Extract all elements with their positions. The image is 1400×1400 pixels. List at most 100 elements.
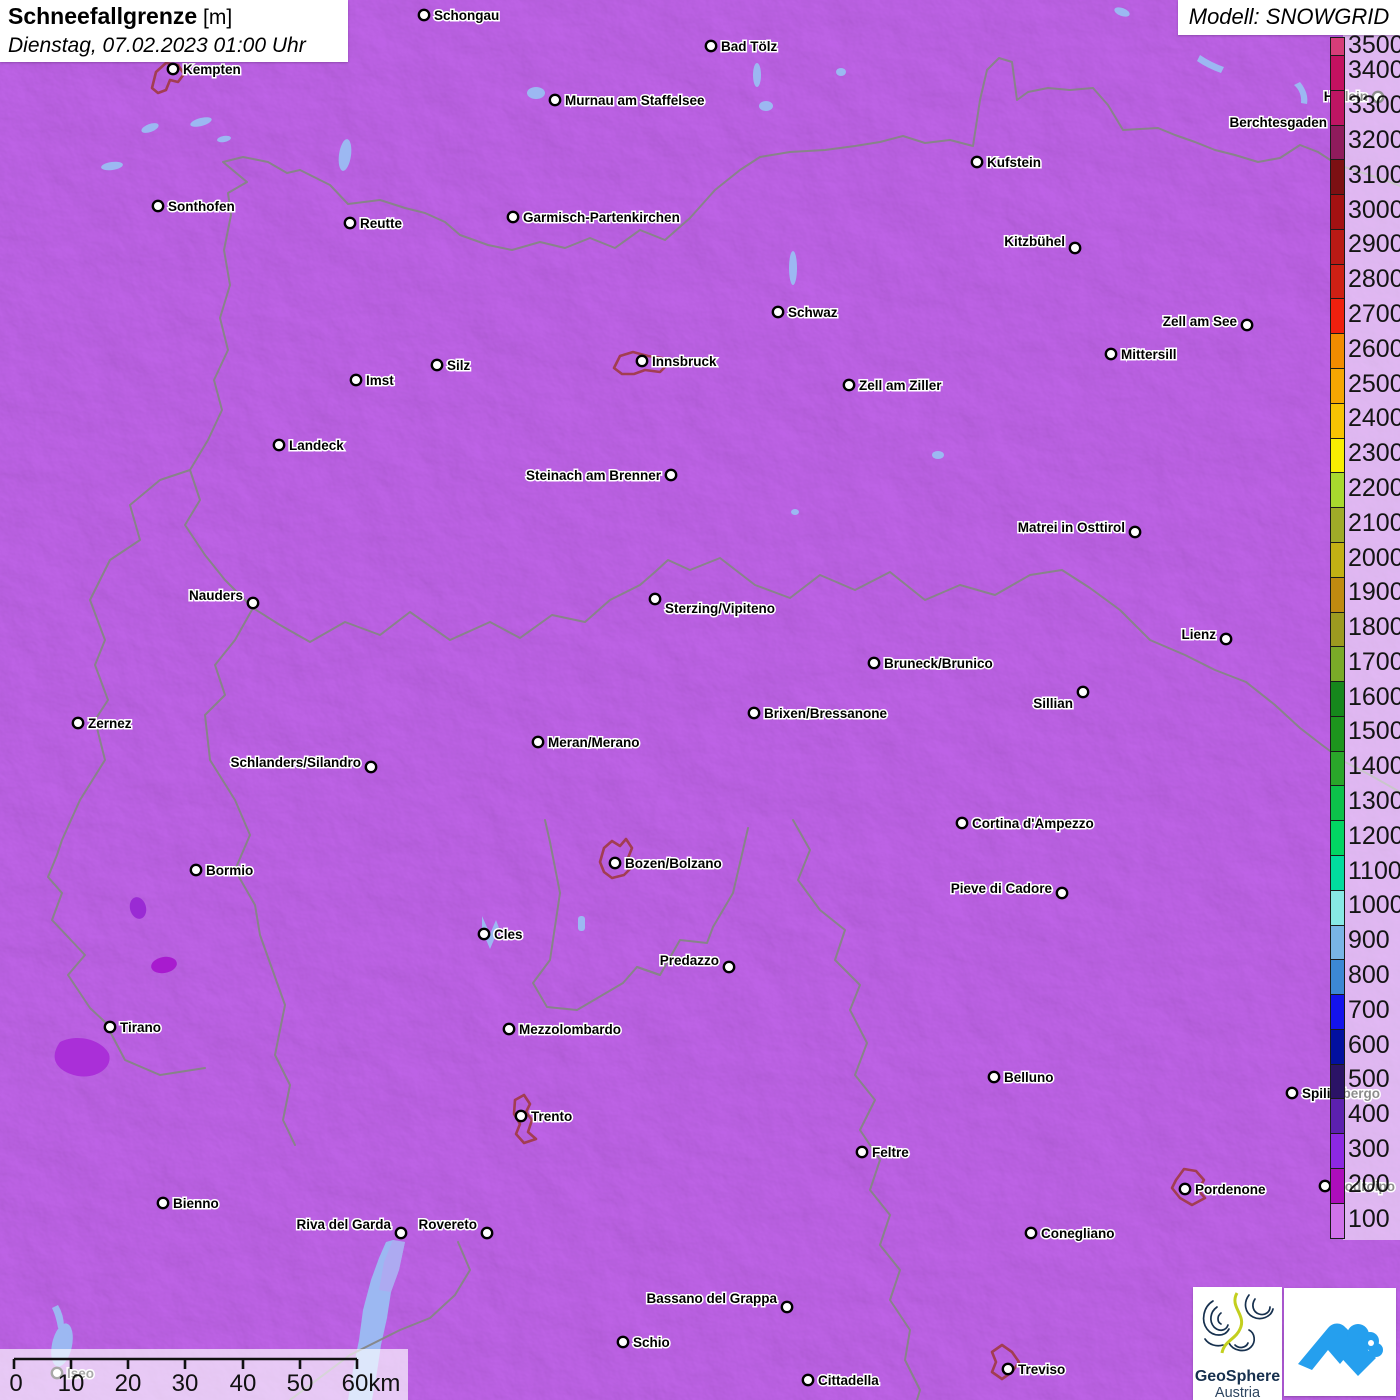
colorbar-segment — [1331, 368, 1344, 403]
city-marker-dot — [972, 157, 982, 167]
city-marker-dot — [773, 307, 783, 317]
city-marker-dot — [396, 1228, 406, 1238]
city-marker-dot — [345, 218, 355, 228]
city-marker-dot — [706, 41, 716, 51]
colorbar-tick-label: 2500 — [1348, 372, 1400, 397]
colorbar-tick-label: 500 — [1348, 1067, 1390, 1092]
colorbar-tick-label: 2600 — [1348, 337, 1400, 362]
geosphere-name: GeoSphere — [1193, 1368, 1282, 1385]
colorbar-segment — [1331, 159, 1344, 194]
city-marker-dot — [637, 356, 647, 366]
city-label: Cles — [494, 927, 523, 942]
colorbar-tick-label: 100 — [1348, 1207, 1390, 1232]
colorbar-segment — [1331, 681, 1344, 716]
blue-mountain-cloud-icon — [1284, 1288, 1396, 1396]
colorbar-tick-label: 2000 — [1348, 546, 1400, 571]
city-label: Schio — [633, 1335, 670, 1350]
city-label: Riva del Garda — [296, 1217, 391, 1232]
city-label: Schwaz — [788, 305, 838, 320]
colorbar-tick-label: 1800 — [1348, 615, 1400, 640]
city-label: Landeck — [289, 438, 344, 453]
city-label: Nauders — [189, 588, 243, 603]
city-label: Trento — [531, 1109, 572, 1124]
city-marker-dot — [351, 375, 361, 385]
city-label: Berchtesgaden — [1229, 115, 1327, 130]
city-marker-dot — [857, 1147, 867, 1157]
city-label: Imst — [366, 373, 394, 388]
city-marker-dot — [1180, 1184, 1190, 1194]
scale-label-30: 30 — [172, 1370, 199, 1398]
city-label: Cortina d'Ampezzo — [972, 816, 1094, 831]
unit-label: [m] — [197, 6, 232, 29]
colorbar-segment — [1331, 577, 1344, 612]
city-label: Garmisch-Partenkirchen — [523, 210, 680, 225]
city-label: Belluno — [1004, 1070, 1054, 1085]
city-marker-dot — [1003, 1364, 1013, 1374]
city-label: Kitzbühel — [1004, 234, 1065, 249]
scale-label-0: 0 — [9, 1370, 22, 1398]
city-label: Mittersill — [1121, 347, 1177, 362]
city-marker-dot — [1057, 888, 1067, 898]
colorbar-tick-label: 700 — [1348, 998, 1390, 1023]
model-label: Modell: SNOWGRID — [1178, 0, 1400, 35]
city-marker-dot — [516, 1111, 526, 1121]
scale-label-10: 10 — [58, 1370, 85, 1398]
colorbar-segment — [1331, 925, 1344, 960]
colorbar-tick-label: 400 — [1348, 1102, 1390, 1127]
scale-label-50: 50 — [287, 1370, 314, 1398]
city-marker-dot — [550, 95, 560, 105]
colorbar-segment — [1331, 785, 1344, 820]
colorbar-tick-label: 2200 — [1348, 476, 1400, 501]
colorbar-segment — [1331, 229, 1344, 264]
city-marker-dot — [1130, 527, 1140, 537]
city-marker-dot — [957, 818, 967, 828]
city-marker-dot — [1287, 1088, 1297, 1098]
snowfall-limit-map: SchongauBad TölzKemptenMurnau am Staffel… — [0, 0, 1400, 1400]
city-marker-dot — [650, 594, 660, 604]
colorbar-segment — [1331, 298, 1344, 333]
scale-label-40: 40 — [230, 1370, 257, 1398]
city-marker-dot — [666, 470, 676, 480]
geosphere-country: Austria — [1193, 1385, 1282, 1400]
city-marker-dot — [73, 718, 83, 728]
city-marker-dot — [610, 858, 620, 868]
colorbar-segment — [1331, 959, 1344, 994]
colorbar-segment — [1331, 125, 1344, 160]
city-label: Murnau am Staffelsee — [565, 93, 705, 108]
city-label: Zell am See — [1163, 314, 1238, 329]
city-marker-dot — [168, 64, 178, 74]
city-label: Bassano del Grappa — [646, 1291, 777, 1306]
colorbar-tick-label: 2900 — [1348, 232, 1400, 257]
colorbar-tick-label: 2800 — [1348, 267, 1400, 292]
city-label: Schlanders/Silandro — [230, 755, 361, 770]
city-marker-dot — [274, 440, 284, 450]
city-marker-dot — [1242, 320, 1252, 330]
timestamp: Dienstag, 07.02.2023 01:00 Uhr — [8, 32, 340, 60]
city-label: Matrei in Osttirol — [1018, 520, 1125, 535]
city-label: Reutte — [360, 216, 402, 231]
weather-map-product: SchongauBad TölzKemptenMurnau am Staffel… — [0, 0, 1400, 1400]
city-marker-dot — [1320, 1181, 1330, 1191]
colorbar-segment — [1331, 855, 1344, 890]
colorbar-tick-label: 2400 — [1348, 406, 1400, 431]
colorbar-tick-label: 200 — [1348, 1172, 1390, 1197]
city-label: Pieve di Cadore — [951, 881, 1053, 896]
city-marker-dot — [1078, 687, 1088, 697]
city-label: Predazzo — [660, 953, 719, 968]
city-marker-dot — [508, 212, 518, 222]
city-label: Treviso — [1018, 1362, 1065, 1377]
colorbar-tick-label: 1700 — [1348, 650, 1400, 675]
city-label: Bormio — [206, 863, 253, 878]
colorbar-segment — [1331, 55, 1344, 90]
city-marker-dot — [749, 708, 759, 718]
city-marker-dot — [248, 598, 258, 608]
city-label: Cittadella — [818, 1373, 879, 1388]
colorbar-segment — [1331, 403, 1344, 438]
city-marker-dot — [1106, 349, 1116, 359]
colorbar-tick-label: 3100 — [1348, 163, 1400, 188]
colorbar-tick-label: 3500 — [1348, 33, 1400, 58]
colorbar-segment — [1331, 1064, 1344, 1099]
colorbar-tick-label: 800 — [1348, 963, 1390, 988]
colorbar-segment — [1331, 820, 1344, 855]
colorbar-tick-label: 1000 — [1348, 893, 1400, 918]
